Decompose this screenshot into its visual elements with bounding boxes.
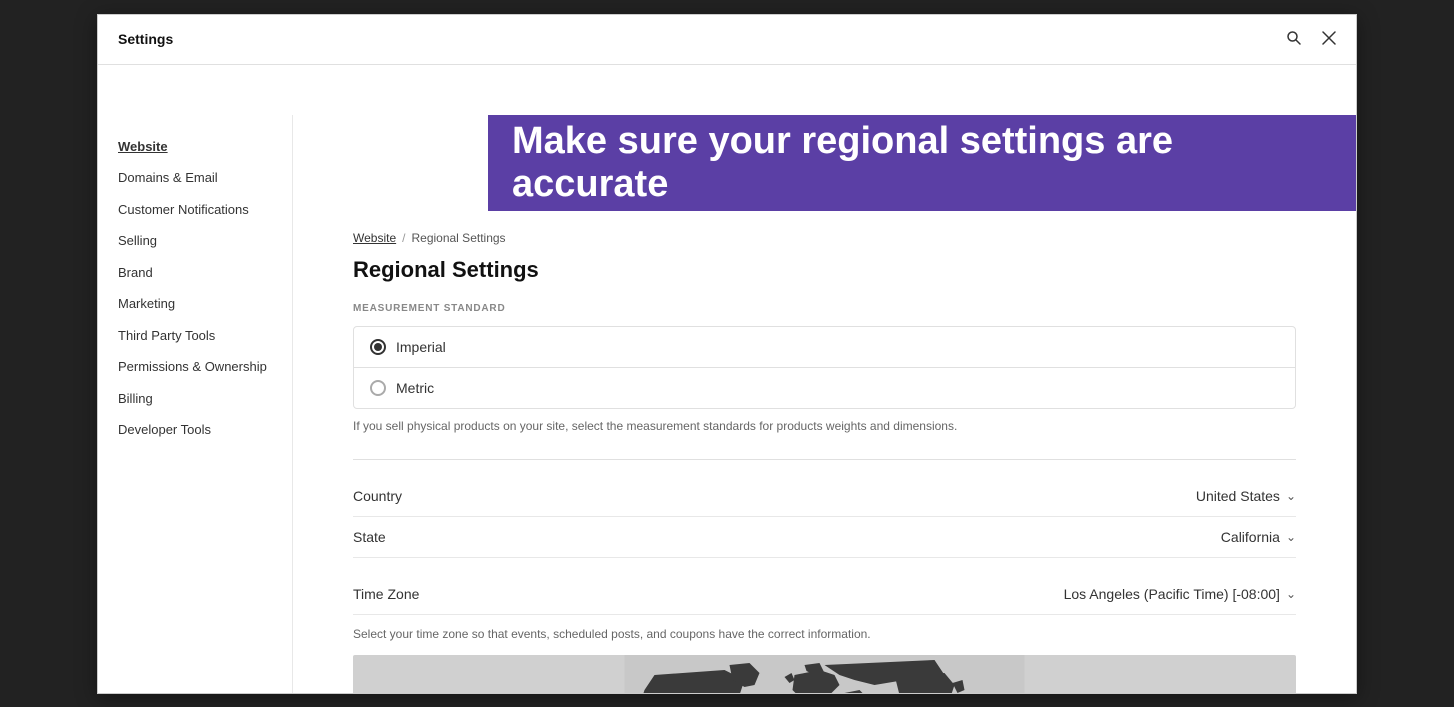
country-select[interactable]: United States ⌄ bbox=[1196, 488, 1296, 504]
country-chevron-icon: ⌄ bbox=[1286, 489, 1296, 503]
breadcrumb: Website / Regional Settings bbox=[353, 231, 1296, 245]
timezone-select-row: Time Zone Los Angeles (Pacific Time) [-0… bbox=[353, 574, 1296, 615]
measurement-help-text: If you sell physical products on your si… bbox=[353, 417, 1296, 435]
timezone-chevron-icon: ⌄ bbox=[1286, 587, 1296, 601]
measurement-radio-group: Imperial Metric bbox=[353, 326, 1296, 409]
sidebar-item-billing[interactable]: Billing bbox=[98, 383, 292, 415]
settings-title: Settings bbox=[98, 31, 173, 47]
settings-window: Settings Websit bbox=[97, 14, 1357, 694]
sidebar-item-marketing[interactable]: Marketing bbox=[98, 288, 292, 320]
sidebar-item-website[interactable]: Website bbox=[98, 131, 292, 163]
page-title: Regional Settings bbox=[353, 257, 1296, 283]
timezone-select[interactable]: Los Angeles (Pacific Time) [-08:00] ⌄ bbox=[1064, 586, 1296, 602]
timezone-label: Time Zone bbox=[353, 586, 1064, 602]
sidebar-item-selling[interactable]: Selling bbox=[98, 225, 292, 257]
close-icon bbox=[1322, 31, 1336, 45]
timezone-row: Time Zone Los Angeles (Pacific Time) [-0… bbox=[353, 558, 1296, 693]
breadcrumb-separator: / bbox=[402, 231, 405, 245]
sidebar-item-brand[interactable]: Brand bbox=[98, 257, 292, 289]
divider-1 bbox=[353, 459, 1296, 460]
content-inner: Website / Regional Settings Regional Set… bbox=[293, 211, 1356, 693]
main-area: Website Domains & Email Customer Notific… bbox=[98, 115, 1356, 693]
state-value: California bbox=[1221, 529, 1280, 545]
country-label: Country bbox=[353, 488, 1196, 504]
map-svg bbox=[353, 655, 1296, 693]
imperial-label: Imperial bbox=[396, 339, 446, 355]
imperial-radio-button[interactable] bbox=[370, 339, 386, 355]
breadcrumb-website[interactable]: Website bbox=[353, 231, 396, 245]
search-icon bbox=[1286, 30, 1302, 46]
sidebar-item-third-party-tools[interactable]: Third Party Tools bbox=[98, 320, 292, 352]
sidebar-item-developer-tools[interactable]: Developer Tools bbox=[98, 414, 292, 446]
state-select[interactable]: California ⌄ bbox=[1221, 529, 1296, 545]
sidebar: Website Domains & Email Customer Notific… bbox=[98, 115, 293, 693]
timezone-help-text: Select your time zone so that events, sc… bbox=[353, 625, 1296, 643]
sidebar-item-customer-notifications[interactable]: Customer Notifications bbox=[98, 194, 292, 226]
top-bar: Settings bbox=[98, 15, 1356, 65]
breadcrumb-current: Regional Settings bbox=[411, 231, 505, 245]
outer-frame: Settings Websit bbox=[0, 0, 1454, 707]
state-row: State California ⌄ bbox=[353, 517, 1296, 558]
top-bar-actions bbox=[1282, 26, 1356, 53]
world-map[interactable] bbox=[353, 655, 1296, 693]
content-area: Make sure your regional settings are acc… bbox=[293, 115, 1356, 693]
radio-imperial[interactable]: Imperial bbox=[354, 327, 1295, 368]
search-button[interactable] bbox=[1282, 26, 1306, 53]
country-value: United States bbox=[1196, 488, 1280, 504]
timezone-value: Los Angeles (Pacific Time) [-08:00] bbox=[1064, 586, 1280, 602]
measurement-label: MEASUREMENT STANDARD bbox=[353, 303, 1296, 314]
metric-label: Metric bbox=[396, 380, 434, 396]
state-chevron-icon: ⌄ bbox=[1286, 530, 1296, 544]
state-label: State bbox=[353, 529, 1221, 545]
sidebar-item-permissions-ownership[interactable]: Permissions & Ownership bbox=[98, 351, 292, 383]
sidebar-item-domains-email[interactable]: Domains & Email bbox=[98, 162, 292, 194]
close-button[interactable] bbox=[1318, 26, 1340, 52]
radio-metric[interactable]: Metric bbox=[354, 368, 1295, 408]
metric-radio-button[interactable] bbox=[370, 380, 386, 396]
banner: Make sure your regional settings are acc… bbox=[488, 115, 1356, 211]
country-row: Country United States ⌄ bbox=[353, 476, 1296, 517]
